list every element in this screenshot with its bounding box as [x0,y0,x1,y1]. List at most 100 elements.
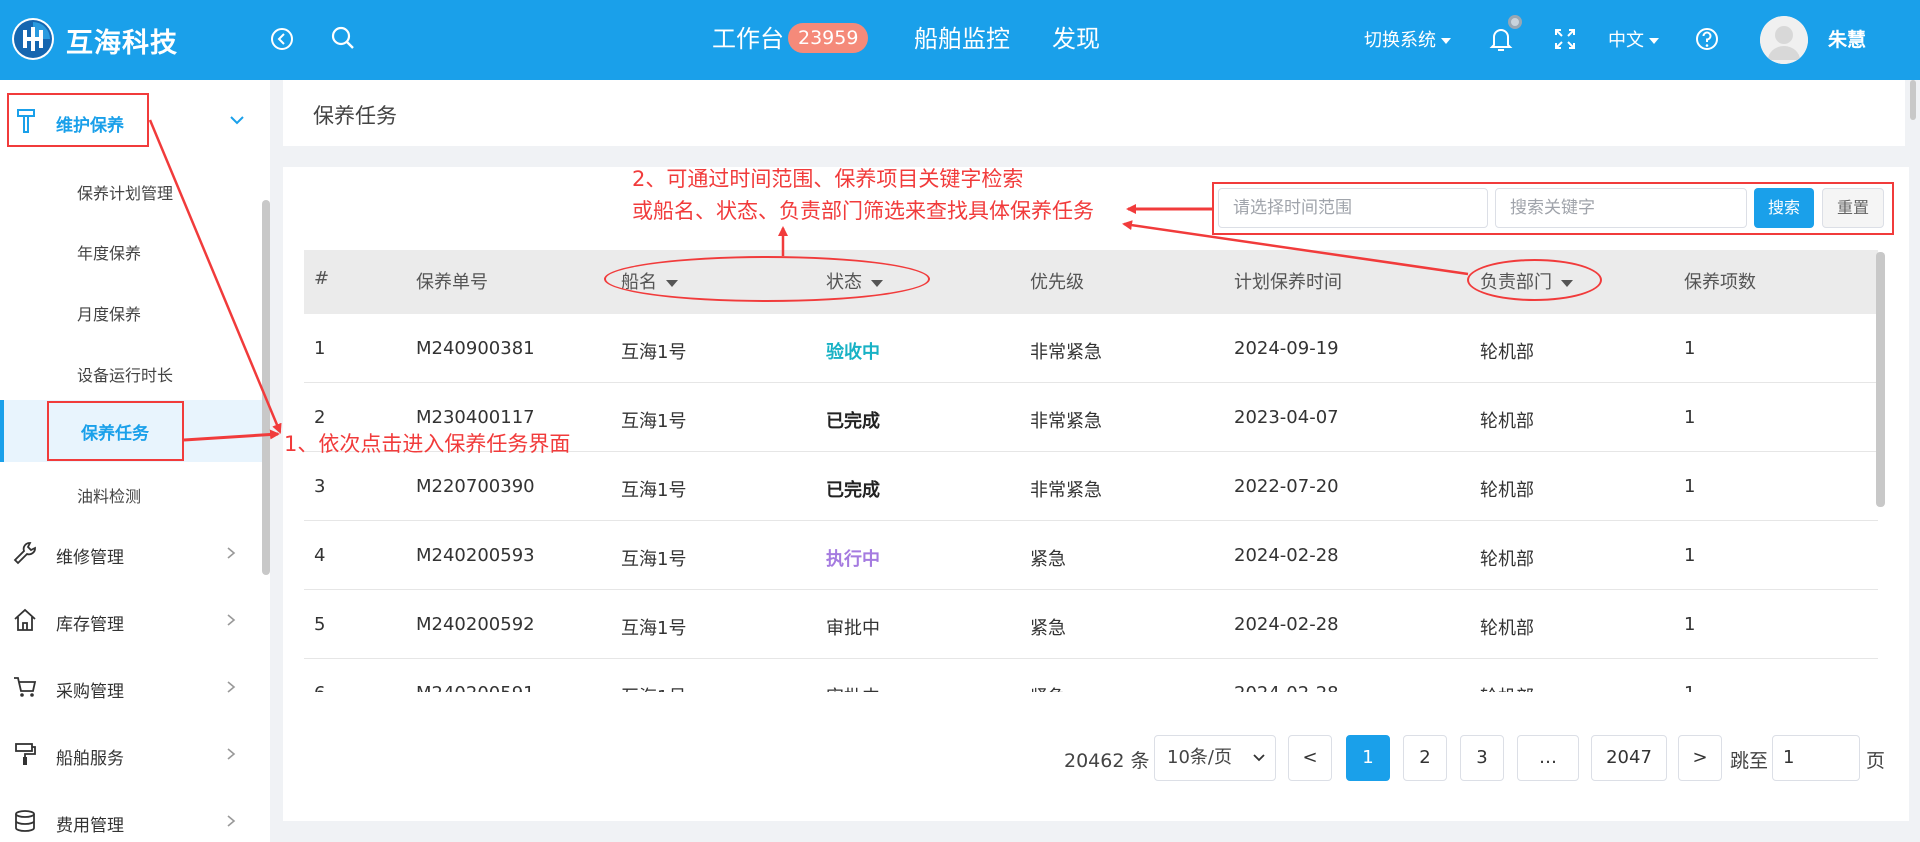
cell-plan-time: 2024-02-28 [1234,683,1339,692]
chevron-right-icon [227,681,236,693]
table-header [304,250,1878,314]
cell-dept: 轮机部 [1480,480,1534,501]
search-icon[interactable] [326,22,360,56]
cell-order-no: M240200592 [416,614,535,635]
logo-icon [14,20,52,58]
switch-system-label: 切换系统 [1364,30,1436,51]
sidebar-item-expense[interactable]: 费用管理 [0,796,262,842]
pagination-total: 20462 条 [1064,750,1150,772]
cell-index: 5 [314,614,326,635]
cell-status: 已完成 [826,480,880,501]
cell-order-no: M230400117 [416,407,535,428]
sidebar-item-ship-service[interactable]: 船舶服务 [0,729,262,779]
page-size-select[interactable]: 10条/页 [1154,735,1276,781]
avatar[interactable] [1760,16,1808,64]
help-icon[interactable] [1690,22,1724,56]
sidebar-item-label: 费用管理 [56,816,124,836]
switch-system-dropdown[interactable]: 切换系统 [1364,26,1451,52]
cell-items: 1 [1684,614,1696,635]
cell-index: 6 [314,683,325,692]
chevron-right-icon [227,614,236,626]
breadcrumb: 保养任务 [283,80,1905,146]
cell-plan-time: 2024-09-19 [1234,338,1339,359]
page-button-2[interactable]: 2 [1403,735,1447,781]
table-row[interactable]: 6 M240200591 互海1号 审批中 紧急 2024-02-28 轮机部 … [304,659,1878,692]
nav-ship-monitor[interactable]: 船舶监控 [914,20,1010,60]
chevron-down-icon [1253,754,1265,762]
annotation-note-2-line1: 2、可通过时间范围、保养项目关键字检索 [632,167,1024,191]
sidebar-item-monthly-maintenance[interactable]: 月度保养 [77,301,141,325]
sidebar-item-purchasing[interactable]: 采购管理 [0,662,262,712]
cell-ship: 互海1号 [621,411,687,432]
database-icon [15,810,35,832]
cell-order-no: M220700390 [416,476,535,497]
brand-name: 互海科技 [66,28,178,59]
wrench-icon [13,542,36,565]
sidebar-item-repair[interactable]: 维修管理 [0,528,262,578]
cell-dept: 轮机部 [1480,342,1534,363]
cell-ship: 互海1号 [621,549,687,570]
cell-items: 1 [1684,476,1696,497]
cart-icon [14,677,37,697]
jump-page-input[interactable]: 1 [1772,735,1860,781]
page-title: 保养任务 [313,104,397,128]
page-button-1[interactable]: 1 [1346,735,1390,781]
nav-workbench-label: 工作台 [712,25,784,53]
fullscreen-icon[interactable] [1548,22,1582,56]
cell-items: 1 [1684,338,1696,359]
collapse-back-icon[interactable] [265,22,299,56]
page-scrollbar[interactable] [1910,80,1916,120]
cell-plan-time: 2024-02-28 [1234,545,1339,566]
notification-dot [1508,15,1522,29]
table-row[interactable]: 5 M240200592 互海1号 审批中 紧急 2024-02-28 轮机部 … [304,590,1878,659]
sidebar-item-inventory[interactable]: 库存管理 [0,595,262,645]
table-row[interactable]: 4 M240200593 互海1号 执行中 紧急 2024-02-28 轮机部 … [304,521,1878,590]
page-button-3[interactable]: 3 [1460,735,1504,781]
sidebar-item-equipment-runtime[interactable]: 设备运行时长 [77,362,173,386]
next-page-button[interactable]: > [1678,735,1722,781]
cell-priority: 紧急 [1030,618,1066,639]
cell-priority: 紧急 [1030,683,1066,692]
sidebar-item-plan-management[interactable]: 保养计划管理 [77,180,173,204]
page-button-last[interactable]: 2047 [1591,735,1667,781]
company-logo[interactable] [12,18,54,60]
col-header-plan-time: 计划保养时间 [1234,272,1342,293]
language-label: 中文 [1608,30,1644,51]
nav-discover[interactable]: 发现 [1052,20,1100,60]
cell-items: 1 [1684,545,1696,566]
cell-dept: 轮机部 [1480,683,1534,692]
col-header-index: # [314,268,330,289]
table-row[interactable]: 1 M240900381 互海1号 验收中 非常紧急 2024-09-19 轮机… [304,314,1878,383]
cell-order-no: M240900381 [416,338,535,359]
cell-priority: 紧急 [1030,549,1066,570]
page-size-value: 10条/页 [1167,747,1232,768]
cell-ship: 互海1号 [621,618,687,639]
cell-status: 审批中 [826,683,880,692]
cell-items: 1 [1684,683,1695,692]
annotation-box-search [1212,182,1894,235]
sidebar-item-label: 采购管理 [56,682,124,702]
nav-workbench[interactable]: 工作台 23959 [712,20,869,60]
chevron-down-icon [230,116,244,125]
user-avatar-icon [1760,16,1808,64]
cell-dept: 轮机部 [1480,411,1534,432]
table-body: 1 M240900381 互海1号 验收中 非常紧急 2024-09-19 轮机… [304,314,1878,692]
cell-status: 执行中 [826,549,880,570]
cell-status: 审批中 [826,618,880,639]
col-header-order-no: 保养单号 [416,272,488,293]
table-row[interactable]: 3 M220700390 互海1号 已完成 非常紧急 2022-07-20 轮机… [304,452,1878,521]
jump-label: 跳至 [1730,750,1769,772]
page-ellipsis-button[interactable]: … [1517,735,1579,781]
sidebar-scrollbar[interactable] [262,200,270,575]
cell-ship: 互海1号 [621,480,687,501]
prev-page-button[interactable]: < [1288,735,1332,781]
table-scrollbar[interactable] [1876,252,1885,507]
username[interactable]: 朱慧 [1828,25,1866,52]
sidebar-item-annual-maintenance[interactable]: 年度保养 [77,240,141,264]
sidebar-item-oil-testing[interactable]: 油料检测 [77,483,141,507]
col-header-items: 保养项数 [1684,272,1756,293]
language-dropdown[interactable]: 中文 [1608,26,1659,52]
sidebar-item-label: 船舶服务 [56,749,124,769]
cell-priority: 非常紧急 [1030,480,1102,501]
paint-roller-icon [15,743,36,765]
